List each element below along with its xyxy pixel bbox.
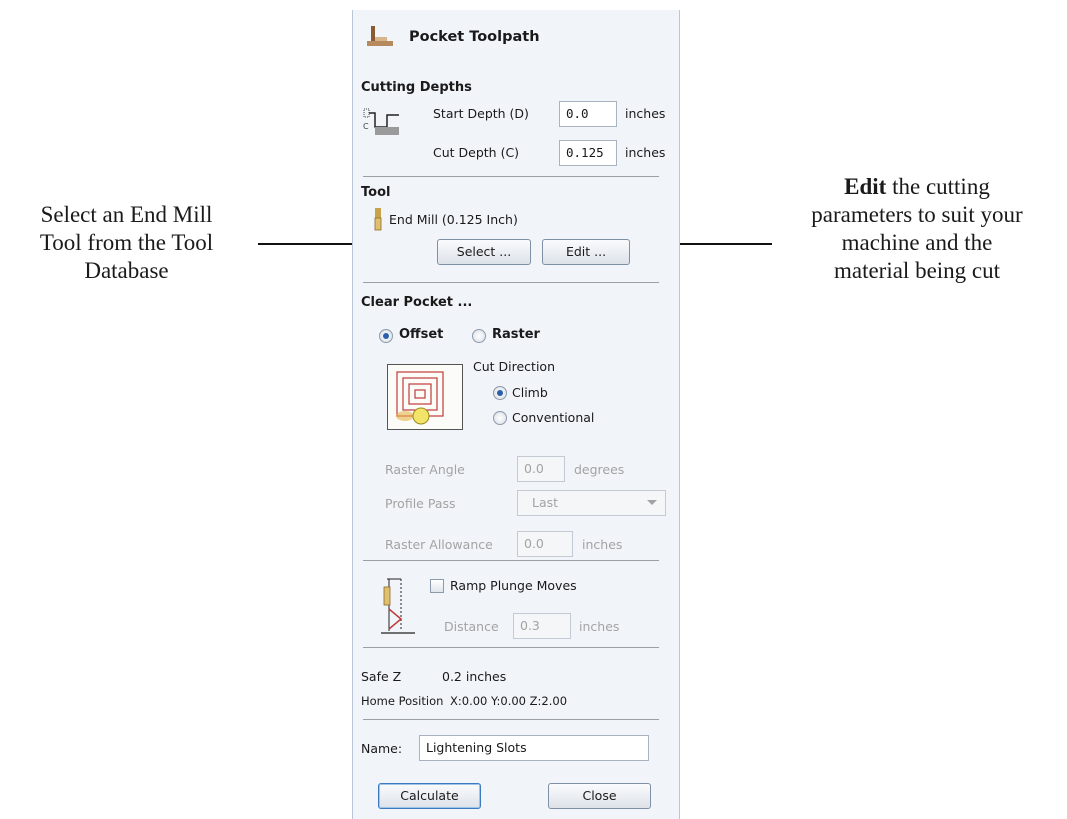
ramp-plunge-icon (381, 578, 415, 634)
home-position-label: Home Position (361, 694, 444, 708)
ramp-distance-label: Distance (444, 619, 499, 634)
panel-title: Pocket Toolpath (409, 29, 540, 45)
raster-angle-unit: degrees (574, 462, 625, 477)
right-annotation-line4: material being cut (833, 258, 1001, 283)
right-annotation-line2: parameters to suit your (811, 202, 1023, 227)
climb-label[interactable]: Climb (512, 385, 548, 400)
offset-pattern-icon (387, 364, 463, 430)
raster-radio[interactable] (472, 329, 486, 343)
left-annotation-line3: Database (84, 258, 169, 283)
left-annotation-line2: Tool from the Tool (39, 230, 214, 255)
cut-depth-input[interactable]: 0.125 (559, 140, 617, 166)
safe-z-label: Safe Z (361, 669, 402, 684)
separator (363, 647, 659, 648)
tool-name: End Mill (0.125 Inch) (389, 212, 518, 227)
left-annotation-line1: Select an End Mill (40, 202, 213, 227)
end-mill-icon (374, 208, 382, 231)
left-annotation: Select an End Mill Tool from the Tool Da… (4, 201, 249, 285)
separator (363, 282, 659, 283)
pocket-toolpath-panel: Pocket Toolpath Cutting Depths C Start D… (352, 10, 680, 819)
raster-angle-label: Raster Angle (385, 462, 465, 477)
ramp-plunge-label[interactable]: Ramp Plunge Moves (450, 578, 577, 593)
start-depth-label: Start Depth (D) (433, 106, 529, 121)
right-annotation: Edit the cutting parameters to suit your… (772, 173, 1062, 285)
profile-pass-select[interactable]: Last (517, 490, 666, 516)
right-arrow-line (670, 243, 772, 245)
tool-heading: Tool (361, 185, 391, 200)
offset-label[interactable]: Offset (399, 327, 443, 342)
profile-pass-value: Last (532, 495, 559, 510)
select-tool-button[interactable]: Select ... (437, 239, 531, 265)
cutting-depths-heading: Cutting Depths (361, 80, 472, 95)
close-button[interactable]: Close (548, 783, 651, 809)
cut-depth-diagram-icon: C (363, 108, 399, 135)
separator (363, 176, 659, 177)
raster-allowance-label: Raster Allowance (385, 537, 493, 552)
offset-radio[interactable] (379, 329, 393, 343)
profile-pass-label: Profile Pass (385, 496, 456, 511)
cut-depth-label: Cut Depth (C) (433, 145, 520, 160)
separator (363, 719, 659, 720)
safe-z-value: 0.2 inches (442, 669, 507, 684)
raster-label[interactable]: Raster (492, 327, 540, 342)
ramp-distance-input[interactable]: 0.3 (513, 613, 571, 639)
climb-radio[interactable] (493, 386, 507, 400)
start-depth-input[interactable]: 0.0 (559, 101, 617, 127)
separator (363, 560, 659, 561)
clear-pocket-heading: Clear Pocket ... (361, 295, 473, 310)
edit-tool-button[interactable]: Edit ... (542, 239, 630, 265)
raster-allowance-unit: inches (582, 537, 623, 552)
toolpath-name-input[interactable]: Lightening Slots (419, 735, 649, 761)
start-depth-unit: inches (625, 106, 666, 121)
ramp-distance-unit: inches (579, 619, 620, 634)
ramp-plunge-checkbox[interactable] (430, 579, 444, 593)
pocket-toolpath-icon (367, 26, 393, 46)
cut-depth-unit: inches (625, 145, 666, 160)
right-annotation-bold: Edit (844, 174, 887, 199)
right-annotation-line1: the cutting (892, 174, 990, 199)
chevron-down-icon (647, 500, 657, 505)
raster-allowance-input[interactable]: 0.0 (517, 531, 573, 557)
svg-text:C: C (363, 122, 369, 131)
cut-direction-label: Cut Direction (473, 359, 555, 374)
conventional-radio[interactable] (493, 411, 507, 425)
home-position-value: X:0.00 Y:0.00 Z:2.00 (450, 694, 568, 708)
conventional-label[interactable]: Conventional (512, 410, 594, 425)
calculate-button[interactable]: Calculate (378, 783, 481, 809)
right-annotation-line3: machine and the (841, 230, 993, 255)
raster-angle-input[interactable]: 0.0 (517, 456, 565, 482)
name-label: Name: (361, 741, 403, 756)
